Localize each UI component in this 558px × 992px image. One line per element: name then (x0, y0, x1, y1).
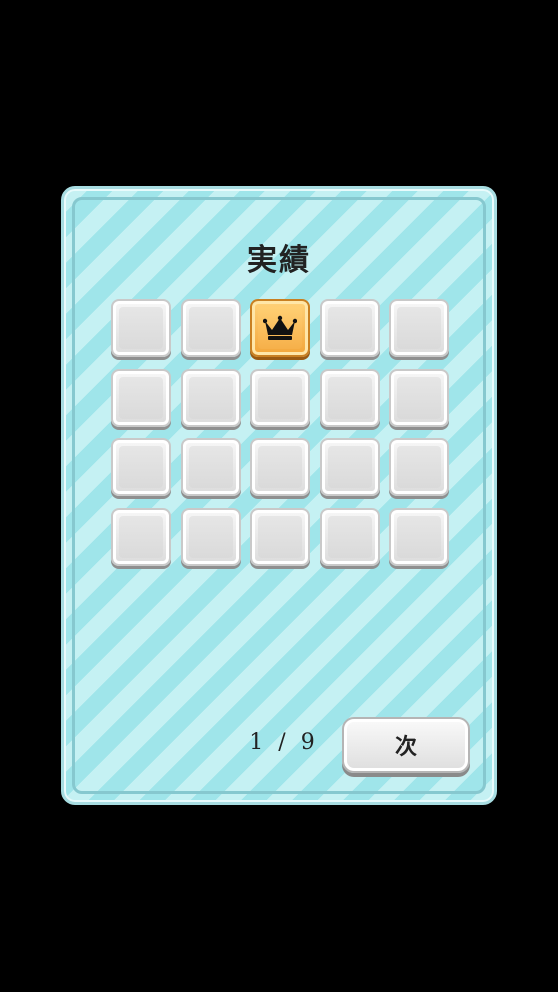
achievement-slot-face (258, 515, 302, 558)
game-screen: 実績 1 / 9 次 (0, 0, 558, 992)
achievement-slot-face (258, 446, 302, 488)
achievement-slot-face (397, 376, 441, 419)
achievement-slot-locked[interactable] (319, 438, 380, 496)
achievement-slot-locked[interactable] (389, 438, 449, 496)
achievement-slot-locked[interactable] (180, 299, 241, 357)
achievement-slot-locked[interactable] (180, 507, 241, 566)
achievement-slot-locked[interactable] (111, 507, 171, 566)
achievement-slot-face (258, 376, 302, 419)
achievement-slot-face (397, 307, 441, 349)
achievement-slot-locked[interactable] (111, 299, 171, 357)
achievement-slot-face (119, 515, 163, 558)
achievement-slot-locked[interactable] (250, 507, 310, 566)
achievement-slot-face (188, 376, 233, 419)
achievement-slot-face (397, 515, 441, 558)
achievement-slot-face (119, 307, 163, 349)
achievement-slot-face (327, 515, 372, 558)
achievement-slot-face (188, 515, 233, 558)
achievement-slot-locked[interactable] (319, 368, 380, 427)
achievement-slot-face (119, 376, 163, 419)
achievement-slot-locked[interactable] (389, 368, 449, 427)
achievement-slot-face (327, 446, 372, 488)
achievement-slot-locked[interactable] (111, 438, 171, 496)
achievement-slot-face (119, 446, 163, 488)
achievement-slot-locked[interactable] (389, 507, 449, 566)
crown-icon (263, 315, 297, 340)
achievement-slot-face (188, 446, 233, 488)
achievement-slot-face (327, 307, 372, 349)
achievement-slot-locked[interactable] (389, 299, 449, 357)
achievement-slot-locked[interactable] (180, 368, 241, 427)
achievement-grid (111, 299, 453, 566)
achievement-slot-face (397, 446, 441, 488)
achievement-slot-locked[interactable] (111, 368, 171, 427)
panel-title: 実績 (247, 243, 311, 278)
achievement-slot-locked[interactable] (250, 368, 310, 427)
achievements-panel: 実績 1 / 9 次 (61, 186, 497, 805)
achievement-slot-face (327, 376, 372, 419)
next-button[interactable]: 次 (342, 717, 470, 773)
next-button-label: 次 (394, 735, 417, 760)
achievement-slot-locked[interactable] (319, 507, 380, 566)
achievement-slot-locked[interactable] (180, 438, 241, 496)
achievement-slot-locked[interactable] (319, 299, 380, 357)
achievement-slot-face (188, 307, 233, 349)
achievement-slot-unlocked[interactable] (250, 299, 310, 357)
achievement-slot-locked[interactable] (250, 438, 310, 496)
page-indicator: 1 / 9 (249, 730, 319, 755)
